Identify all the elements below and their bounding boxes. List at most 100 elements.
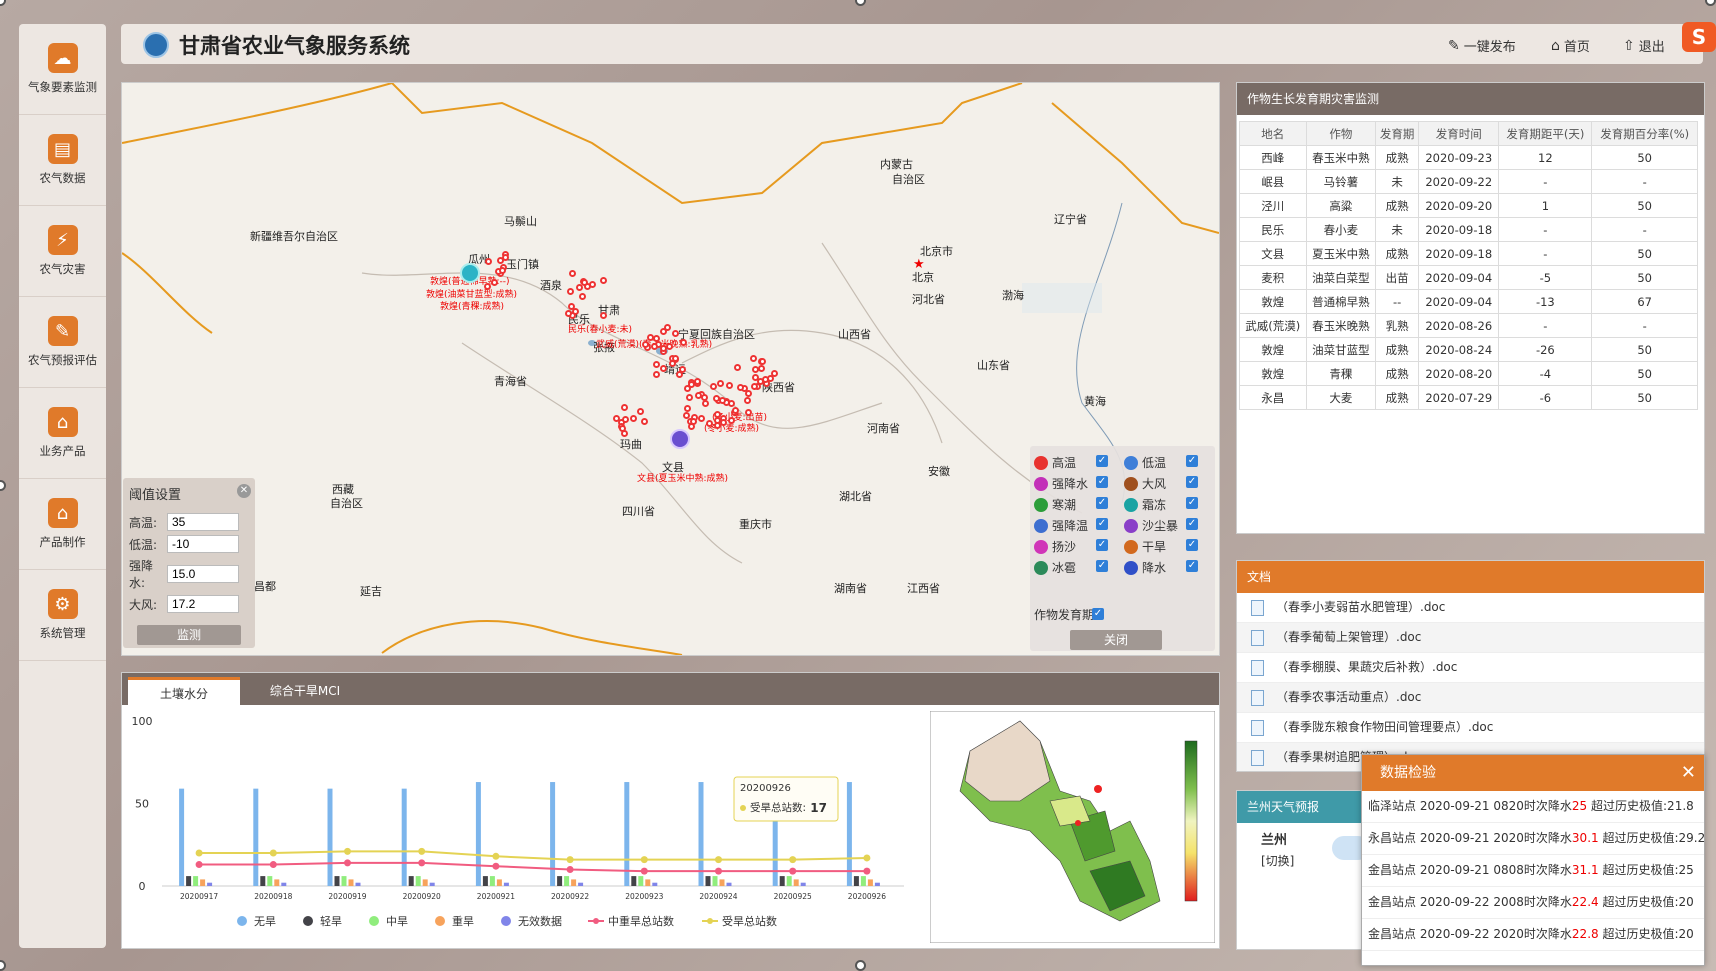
bar-无旱[interactable] — [401, 788, 407, 886]
table-row[interactable]: 民乐 春小麦未 2020-09-18- - — [1239, 217, 1698, 242]
station-marker[interactable] — [745, 409, 752, 416]
bar-轻旱[interactable] — [334, 876, 340, 886]
point-受旱总站数[interactable] — [344, 847, 351, 855]
station-marker[interactable] — [732, 407, 739, 414]
bar-无效数据[interactable] — [281, 882, 287, 886]
station-marker[interactable] — [660, 365, 667, 372]
bar-重旱[interactable] — [867, 879, 873, 886]
legend-checkbox[interactable]: ✓ — [1186, 455, 1198, 467]
resize-handle[interactable] — [855, 960, 866, 971]
station-marker[interactable] — [717, 380, 724, 387]
table-row[interactable]: 泾川 高粱 成熟 2020-09-20 1 50 — [1239, 193, 1698, 218]
bar-轻旱[interactable] — [408, 876, 414, 886]
table-row[interactable]: 岷县 马铃薯未 2020-09-22- - — [1239, 169, 1698, 194]
table-row[interactable]: 敦煌 普通棉早熟 -- 2020-09-04 -13 67 — [1239, 289, 1698, 314]
bar-重旱[interactable] — [645, 879, 651, 886]
bar-无旱[interactable] — [475, 782, 481, 886]
point-受旱总站数[interactable] — [640, 856, 648, 864]
station-marker[interactable] — [710, 383, 717, 390]
point-受旱总站数[interactable] — [715, 856, 722, 864]
bar-轻旱[interactable] — [853, 876, 859, 886]
sidebar-item-5[interactable]: ⌂ 产品制作 — [19, 479, 106, 570]
table-row[interactable]: 麦积 油菜白菜型 出苗 2020-09-04 -5 50 — [1239, 265, 1698, 290]
sogou-icon[interactable]: S — [1682, 22, 1716, 52]
bar-无效数据[interactable] — [207, 882, 213, 886]
growth-checkbox[interactable]: ✓ — [1092, 608, 1104, 620]
resize-handle[interactable] — [0, 0, 6, 6]
bar-重旱[interactable] — [496, 879, 502, 886]
station-marker[interactable] — [672, 330, 679, 337]
bar-无效数据[interactable] — [652, 882, 658, 886]
bar-中旱[interactable] — [860, 876, 866, 886]
close-button[interactable]: 关闭 — [1070, 630, 1162, 650]
monitor-button[interactable]: 监测 — [137, 625, 241, 645]
legend-checkbox[interactable]: ✓ — [1096, 560, 1108, 572]
station-marker[interactable] — [737, 384, 744, 391]
list-item[interactable]: （春季小麦弱苗水肥管理）.doc — [1237, 593, 1704, 623]
point-中重旱总站数[interactable] — [789, 867, 797, 875]
legend-checkbox[interactable]: ✓ — [1186, 476, 1198, 488]
bar-无效数据[interactable] — [578, 882, 584, 886]
resize-handle[interactable] — [0, 480, 6, 491]
point-受旱总站数[interactable] — [863, 854, 871, 862]
bar-无效数据[interactable] — [800, 882, 806, 886]
bar-重旱[interactable] — [793, 879, 799, 886]
station-marker[interactable] — [695, 392, 702, 399]
station-marker[interactable] — [688, 381, 695, 388]
tab-soil-moisture[interactable]: 土壤水分 — [128, 677, 240, 705]
station-marker[interactable] — [734, 364, 741, 371]
bar-轻旱[interactable] — [779, 876, 785, 886]
station-marker[interactable] — [569, 270, 576, 277]
list-item[interactable]: （春季棚膜、果蔬灾后补救）.doc — [1237, 653, 1704, 683]
bar-中旱[interactable] — [193, 876, 199, 886]
point-中重旱总站数[interactable] — [269, 861, 277, 869]
point-中重旱总站数[interactable] — [344, 859, 351, 867]
legend-checkbox[interactable]: ✓ — [1186, 497, 1198, 509]
legend-checkbox[interactable]: ✓ — [1096, 476, 1108, 488]
station-marker[interactable] — [502, 254, 509, 261]
station-marker[interactable] — [728, 417, 735, 424]
point-中重旱总站数[interactable] — [195, 861, 203, 869]
station-marker[interactable] — [622, 416, 629, 423]
bar-重旱[interactable] — [719, 879, 725, 886]
list-item[interactable]: （春季葡萄上架管理）.doc — [1237, 623, 1704, 653]
legend-checkbox[interactable]: ✓ — [1096, 539, 1108, 551]
bar-轻旱[interactable] — [186, 876, 192, 886]
bar-中旱[interactable] — [638, 876, 644, 886]
point-中重旱总站数[interactable] — [418, 859, 426, 867]
home-button[interactable]: ⌂ 首页 — [1551, 36, 1590, 56]
station-marker[interactable] — [484, 283, 491, 290]
bar-中旱[interactable] — [267, 876, 273, 886]
map-view[interactable]: 新疆维吾尔自治区 内蒙古 自治区 北京市 北京 河北省 辽宁省 渤海 宁夏回族自治区 山西省 山东省… — [121, 82, 1220, 656]
station-marker[interactable] — [567, 288, 574, 295]
station-marker[interactable] — [499, 267, 506, 274]
station-marker[interactable] — [600, 277, 607, 284]
bar-中旱[interactable] — [489, 876, 495, 886]
point-受旱总站数[interactable] — [418, 847, 426, 855]
point-受旱总站数[interactable] — [269, 849, 277, 857]
station-marker[interactable] — [758, 365, 765, 372]
station-marker[interactable] — [679, 366, 686, 373]
point-中重旱总站数[interactable] — [715, 867, 722, 875]
resize-handle[interactable] — [1705, 0, 1716, 6]
station-marker[interactable] — [613, 415, 620, 422]
station-marker[interactable] — [698, 415, 705, 422]
station-marker[interactable] — [621, 430, 628, 437]
station-marker[interactable] — [669, 360, 676, 367]
legend-marker[interactable] — [435, 916, 445, 926]
legend-marker[interactable] — [303, 916, 313, 926]
point-受旱总站数[interactable] — [492, 852, 500, 860]
sidebar-item-2[interactable]: ⚡ 农气灾害 — [19, 206, 106, 297]
station-marker[interactable] — [726, 382, 733, 389]
point-中重旱总站数[interactable] — [566, 866, 574, 873]
table-row[interactable]: 西峰 春玉米中熟 成熟 2020-09-23 12 50 — [1239, 145, 1698, 170]
legend-checkbox[interactable]: ✓ — [1096, 518, 1108, 530]
bar-无效数据[interactable] — [503, 882, 509, 886]
close-icon[interactable]: ✕ — [1681, 762, 1696, 783]
legend-checkbox[interactable]: ✓ — [1186, 518, 1198, 530]
station-marker[interactable] — [690, 418, 697, 425]
station-marker[interactable] — [581, 279, 588, 286]
legend-marker[interactable] — [237, 916, 247, 926]
legend-marker[interactable] — [501, 916, 511, 926]
table-row[interactable]: 敦煌 油菜甘蓝型 成熟 2020-08-24 -26 50 — [1239, 337, 1698, 362]
